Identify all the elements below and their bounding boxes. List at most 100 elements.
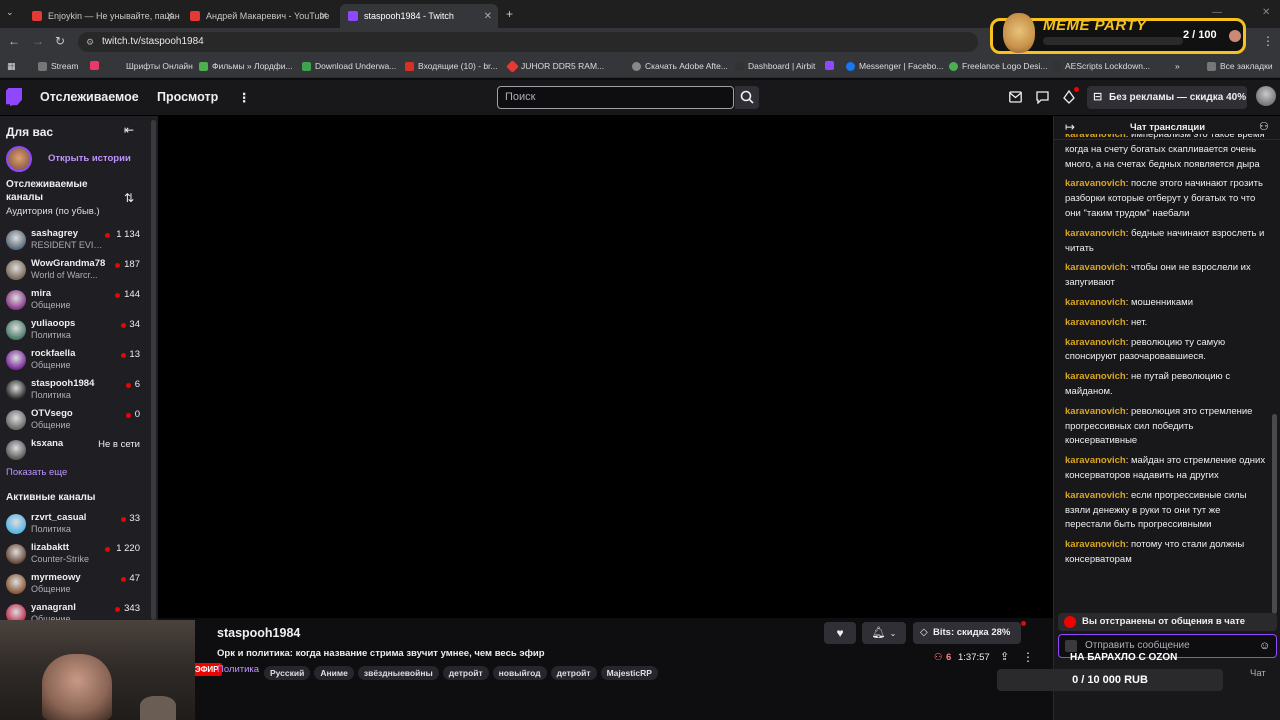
stories-row[interactable] bbox=[6, 146, 36, 172]
chat-username[interactable]: karavanovich bbox=[1065, 371, 1126, 382]
tag-pill[interactable]: MajesticRP bbox=[600, 666, 658, 680]
bookmark-twitch[interactable] bbox=[825, 61, 838, 70]
follow-button[interactable]: ♥ bbox=[824, 622, 856, 644]
bookmark-juhor[interactable]: JUHOR DDR5 RAM... bbox=[506, 59, 604, 73]
sidebar-channel-yuliaoops[interactable]: yuliaoops Политика 34 bbox=[6, 318, 146, 348]
video-player[interactable] bbox=[158, 116, 1053, 618]
tag-pill[interactable]: детройт bbox=[550, 666, 597, 680]
stream-category[interactable]: Политика bbox=[217, 664, 259, 675]
sidebar-channel-otvsego[interactable]: OTVsego Общение 0 bbox=[6, 408, 146, 438]
bookmark-stream[interactable]: Stream bbox=[38, 61, 78, 71]
close-icon[interactable]: ✕ bbox=[166, 11, 174, 22]
site-info-icon[interactable]: ⚙ bbox=[86, 32, 94, 52]
channel-name[interactable]: staspooh1984 bbox=[217, 626, 300, 640]
browser-menu-icon[interactable]: ⋮ bbox=[1262, 34, 1274, 48]
close-icon[interactable]: ✕ bbox=[484, 11, 492, 22]
sidebar-channel-rzvrt_casual[interactable]: rzvrt_casual Политика 33 bbox=[6, 512, 146, 542]
emoji-icon[interactable]: ☺ bbox=[1259, 635, 1270, 657]
chat-username[interactable]: karavanovich bbox=[1065, 134, 1126, 140]
chat-username[interactable]: karavanovich bbox=[1065, 297, 1126, 308]
close-icon[interactable]: ✕ bbox=[320, 11, 328, 22]
reload-icon[interactable]: ↻ bbox=[55, 34, 65, 48]
live-dot bbox=[125, 413, 131, 418]
tag-pill[interactable]: Аниме bbox=[314, 666, 354, 680]
new-tab-button[interactable]: + bbox=[506, 7, 513, 21]
bits-icon[interactable] bbox=[1063, 90, 1075, 104]
tag-pill[interactable]: звёздныевойны bbox=[357, 666, 439, 680]
bookmark-icon bbox=[735, 61, 744, 71]
tag-pill[interactable]: новыйгод bbox=[492, 666, 547, 680]
share-icon[interactable]: ⇪ bbox=[1000, 650, 1009, 663]
bookmark-films[interactable]: Фильмы » Лордфи... bbox=[199, 61, 293, 71]
bookmark-fonts[interactable] bbox=[90, 61, 103, 70]
url-field[interactable]: ⚙ twitch.tv/staspooh1984 bbox=[78, 32, 978, 52]
sidebar-channel-sashagrey[interactable]: sashagrey RESIDENT EVIL... 1 134 bbox=[6, 228, 146, 258]
chat-username[interactable]: karavanovich bbox=[1065, 539, 1126, 550]
tab-search-icon[interactable]: ⌄ bbox=[6, 7, 14, 18]
bookmark-download[interactable]: Download Underwa... bbox=[302, 61, 396, 71]
whispers-icon[interactable] bbox=[1036, 91, 1049, 104]
channel-name: lizabaktt bbox=[31, 542, 70, 553]
chat-username[interactable]: karavanovich bbox=[1065, 262, 1126, 273]
chat-username[interactable]: karavanovich bbox=[1065, 455, 1126, 466]
sidebar-channel-rockfaella[interactable]: rockfaella Общение 13 bbox=[6, 348, 146, 378]
chat-username[interactable]: karavanovich bbox=[1065, 317, 1126, 328]
chat-username[interactable]: karavanovich bbox=[1065, 490, 1126, 501]
notifications-button[interactable]: 🔔︎ ⌄ bbox=[862, 622, 906, 644]
chat-button[interactable]: Чат bbox=[1250, 668, 1266, 679]
bookmark-freelance[interactable]: Freelance Logo Desi... bbox=[949, 61, 1048, 71]
sidebar-channel-ksxana[interactable]: ksxana Не в сети bbox=[6, 438, 146, 468]
nav-following[interactable]: Отслеживаемое bbox=[40, 90, 139, 104]
sidebar-channel-staspooh1984[interactable]: staspooh1984 Политика 6 bbox=[6, 378, 146, 408]
bookmark-aescripts[interactable]: AEScripts Lockdown... bbox=[1052, 61, 1150, 71]
channel-category: Политика bbox=[31, 390, 71, 400]
back-icon[interactable]: ← bbox=[8, 34, 20, 48]
more-menu-icon[interactable]: ⋮ bbox=[238, 90, 251, 105]
bits-discount-button[interactable]: ◇ Bits: скидка 28% bbox=[913, 622, 1021, 644]
twitch-logo-icon[interactable] bbox=[6, 88, 22, 106]
apps-icon[interactable]: ▦ bbox=[7, 61, 16, 72]
minimize-icon[interactable]: — bbox=[1212, 7, 1222, 18]
close-window-icon[interactable]: ✕ bbox=[1262, 7, 1270, 18]
user-avatar[interactable] bbox=[1256, 86, 1276, 106]
channel-name: yanagranl bbox=[31, 602, 76, 613]
bookmark-fonts-online[interactable]: Шрифты Онлайн bbox=[126, 61, 193, 71]
more-options-icon[interactable]: ⋮ bbox=[1022, 650, 1034, 664]
browser-tab-enjoykin[interactable]: Enjoykin — Не унывайте, пацаны ✕ bbox=[24, 4, 180, 28]
bookmark-adobe[interactable]: Скачать Adobe Afte... bbox=[632, 61, 728, 71]
open-stories-link[interactable]: Открыть истории bbox=[48, 153, 131, 164]
sidebar-channel-myrmeowy[interactable]: myrmeowy Общение 47 bbox=[6, 572, 146, 602]
all-bookmarks[interactable]: Все закладки bbox=[1207, 61, 1273, 71]
chat-message: karavanovich: после этого начинают грози… bbox=[1065, 177, 1268, 221]
sidebar-channel-wowgrandma78[interactable]: WowGrandma78 World of Warcr... 187 bbox=[6, 258, 146, 288]
chat-scroll-thumb[interactable] bbox=[1272, 414, 1277, 614]
sidebar-scrollbar[interactable] bbox=[151, 120, 156, 620]
show-more-link[interactable]: Показать еще bbox=[6, 467, 67, 478]
collapse-sidebar-icon[interactable]: ⇤ bbox=[124, 123, 134, 137]
sidebar-channel-mira[interactable]: mira Общение 144 bbox=[6, 288, 146, 318]
bookmark-airbit[interactable]: Dashboard | Airbit bbox=[735, 61, 815, 71]
chat-username[interactable]: karavanovich bbox=[1065, 337, 1126, 348]
forward-icon[interactable]: → bbox=[32, 34, 44, 48]
browser-tab-makarevich[interactable]: Андрей Макаревич - YouTube ✕ bbox=[182, 4, 334, 28]
tag-pill[interactable]: Русский bbox=[264, 666, 311, 680]
users-icon[interactable]: ⚇ bbox=[1259, 120, 1269, 133]
heart-icon: ♥ bbox=[836, 626, 844, 640]
bookmark-messenger[interactable]: Messenger | Facebo... bbox=[846, 61, 943, 71]
sort-icon[interactable]: ⇅ bbox=[124, 191, 134, 205]
no-ads-button[interactable]: ⊟ Без рекламы — скидка 40% bbox=[1087, 86, 1247, 109]
chat-username[interactable]: karavanovich bbox=[1065, 406, 1126, 417]
tag-pill[interactable]: детройт bbox=[442, 666, 489, 680]
search-input[interactable]: Поиск bbox=[497, 86, 734, 109]
browser-tab-twitch[interactable]: staspooh1984 - Twitch ✕ bbox=[340, 4, 498, 28]
bookmark-icon bbox=[506, 59, 519, 73]
search-button[interactable] bbox=[735, 86, 759, 109]
chat-username[interactable]: karavanovich bbox=[1065, 228, 1126, 239]
chat-username[interactable]: karavanovich bbox=[1065, 178, 1126, 189]
chat-scrollbar[interactable] bbox=[1272, 140, 1277, 614]
nav-browse[interactable]: Просмотр bbox=[157, 90, 218, 104]
sidebar-channel-lizabaktt[interactable]: lizabaktt Counter-Strike 1 220 bbox=[6, 542, 146, 572]
inbox-icon[interactable] bbox=[1009, 91, 1022, 103]
bookmark-gmail[interactable]: Входящие (10) - br... bbox=[405, 61, 498, 71]
bookmarks-overflow-icon[interactable]: » bbox=[1175, 61, 1180, 71]
